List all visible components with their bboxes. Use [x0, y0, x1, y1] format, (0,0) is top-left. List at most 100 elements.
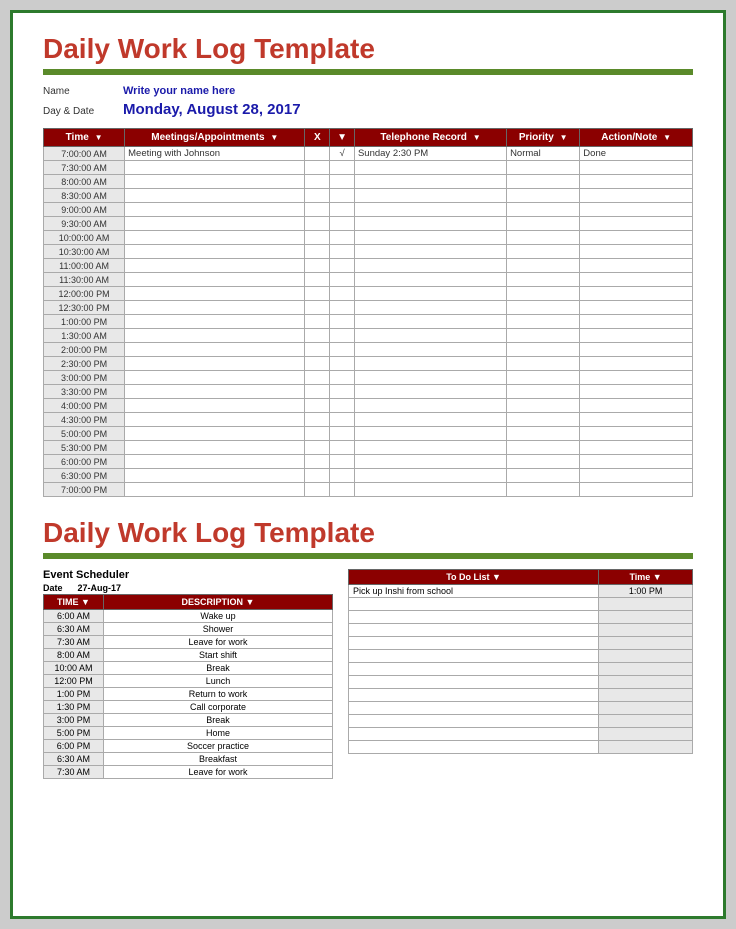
- section1-title: Daily Work Log Template: [43, 33, 693, 65]
- check-cell: [330, 231, 355, 245]
- es-time-cell: 1:00 PM: [44, 688, 104, 701]
- es-row: 10:00 AM Break: [44, 662, 333, 675]
- todo-row: [349, 624, 693, 637]
- todo-task-cell: Pick up Inshi from school: [349, 585, 599, 598]
- action-cell: [580, 203, 693, 217]
- todo-th-task: To Do List ▼: [349, 570, 599, 585]
- time-cell: 7:00:00 AM: [44, 147, 125, 161]
- name-label: Name: [43, 86, 123, 97]
- priority-cell: [507, 483, 580, 497]
- priority-cell: [507, 161, 580, 175]
- date-row: Day & Date Monday, August 28, 2017: [43, 101, 693, 118]
- todo-time-cell: [599, 728, 693, 741]
- es-row: 8:00 AM Start shift: [44, 649, 333, 662]
- tel-cell: [354, 399, 506, 413]
- es-title: Event Scheduler: [43, 569, 333, 581]
- time-cell: 4:00:00 PM: [44, 399, 125, 413]
- es-row: 6:30 AM Breakfast: [44, 753, 333, 766]
- tel-cell: [354, 385, 506, 399]
- time-cell: 6:00:00 PM: [44, 455, 125, 469]
- todo-time-cell: 1:00 PM: [599, 585, 693, 598]
- schedule-row: 9:00:00 AM: [44, 203, 693, 217]
- th-x: X: [305, 129, 330, 147]
- priority-cell: [507, 315, 580, 329]
- x-cell: [305, 371, 330, 385]
- es-desc-cell: Return to work: [104, 688, 333, 701]
- priority-cell: [507, 231, 580, 245]
- name-value: Write your name here: [123, 85, 235, 97]
- x-cell: [305, 399, 330, 413]
- action-cell: [580, 329, 693, 343]
- check-cell: [330, 315, 355, 329]
- todo-time-cell: [599, 637, 693, 650]
- es-row: 12:00 PM Lunch: [44, 675, 333, 688]
- es-desc-cell: Break: [104, 662, 333, 675]
- priority-cell: [507, 343, 580, 357]
- section-1: Daily Work Log Template Name Write your …: [43, 33, 693, 497]
- es-time-cell: 8:00 AM: [44, 649, 104, 662]
- es-desc-cell: Call corporate: [104, 701, 333, 714]
- es-table: TIME ▼ DESCRIPTION ▼ 6:00 AM Wake up 6:3…: [43, 594, 333, 779]
- time-cell: 12:30:00 PM: [44, 301, 125, 315]
- check-cell: [330, 189, 355, 203]
- tel-cell: [354, 175, 506, 189]
- section2-green-bar: [43, 553, 693, 559]
- time-cell: 8:00:00 AM: [44, 175, 125, 189]
- todo-row: [349, 663, 693, 676]
- todo-task-cell: [349, 650, 599, 663]
- todo-row: [349, 689, 693, 702]
- schedule-row: 5:00:00 PM: [44, 427, 693, 441]
- time-cell: 2:00:00 PM: [44, 343, 125, 357]
- tel-cell: Sunday 2:30 PM: [354, 147, 506, 161]
- action-cell: [580, 259, 693, 273]
- es-time-cell: 1:30 PM: [44, 701, 104, 714]
- action-cell: [580, 357, 693, 371]
- meeting-cell: [125, 315, 305, 329]
- event-scheduler: Event Scheduler Date 27-Aug-17 TIME ▼ DE…: [43, 569, 333, 779]
- schedule-row: 4:00:00 PM: [44, 399, 693, 413]
- schedule-row: 5:30:00 PM: [44, 441, 693, 455]
- time-cell: 9:00:00 AM: [44, 203, 125, 217]
- check-cell: [330, 427, 355, 441]
- meeting-cell: [125, 343, 305, 357]
- todo-task-cell: [349, 637, 599, 650]
- meeting-cell: [125, 231, 305, 245]
- check-cell: [330, 259, 355, 273]
- action-arrow-icon: ▼: [663, 133, 671, 142]
- todo-section: To Do List ▼ Time ▼ Pick up Inshi from s…: [348, 569, 693, 779]
- priority-cell: [507, 427, 580, 441]
- es-time-cell: 10:00 AM: [44, 662, 104, 675]
- schedule-row: 9:30:00 AM: [44, 217, 693, 231]
- action-cell: [580, 413, 693, 427]
- todo-task-cell: [349, 728, 599, 741]
- es-time-cell: 7:30 AM: [44, 766, 104, 779]
- es-desc-cell: Home: [104, 727, 333, 740]
- action-cell: [580, 469, 693, 483]
- x-cell: [305, 301, 330, 315]
- todo-row: [349, 637, 693, 650]
- schedule-row: 10:00:00 AM: [44, 231, 693, 245]
- todo-time-cell: [599, 611, 693, 624]
- tel-cell: [354, 427, 506, 441]
- check-cell: [330, 287, 355, 301]
- schedule-row: 1:30:00 AM: [44, 329, 693, 343]
- time-cell: 11:00:00 AM: [44, 259, 125, 273]
- todo-time-cell: [599, 663, 693, 676]
- x-cell: [305, 427, 330, 441]
- es-time-cell: 6:00 AM: [44, 610, 104, 623]
- tel-cell: [354, 287, 506, 301]
- x-cell: [305, 175, 330, 189]
- section-2: Daily Work Log Template Event Scheduler …: [43, 517, 693, 779]
- th-priority: Priority ▼: [507, 129, 580, 147]
- action-cell: [580, 343, 693, 357]
- priority-cell: [507, 245, 580, 259]
- todo-row: [349, 676, 693, 689]
- schedule-row: 6:00:00 PM: [44, 455, 693, 469]
- tel-cell: [354, 161, 506, 175]
- schedule-row: 7:30:00 AM: [44, 161, 693, 175]
- time-cell: 9:30:00 AM: [44, 217, 125, 231]
- schedule-row: 7:00:00 PM: [44, 483, 693, 497]
- tel-cell: [354, 441, 506, 455]
- priority-cell: [507, 189, 580, 203]
- action-cell: Done: [580, 147, 693, 161]
